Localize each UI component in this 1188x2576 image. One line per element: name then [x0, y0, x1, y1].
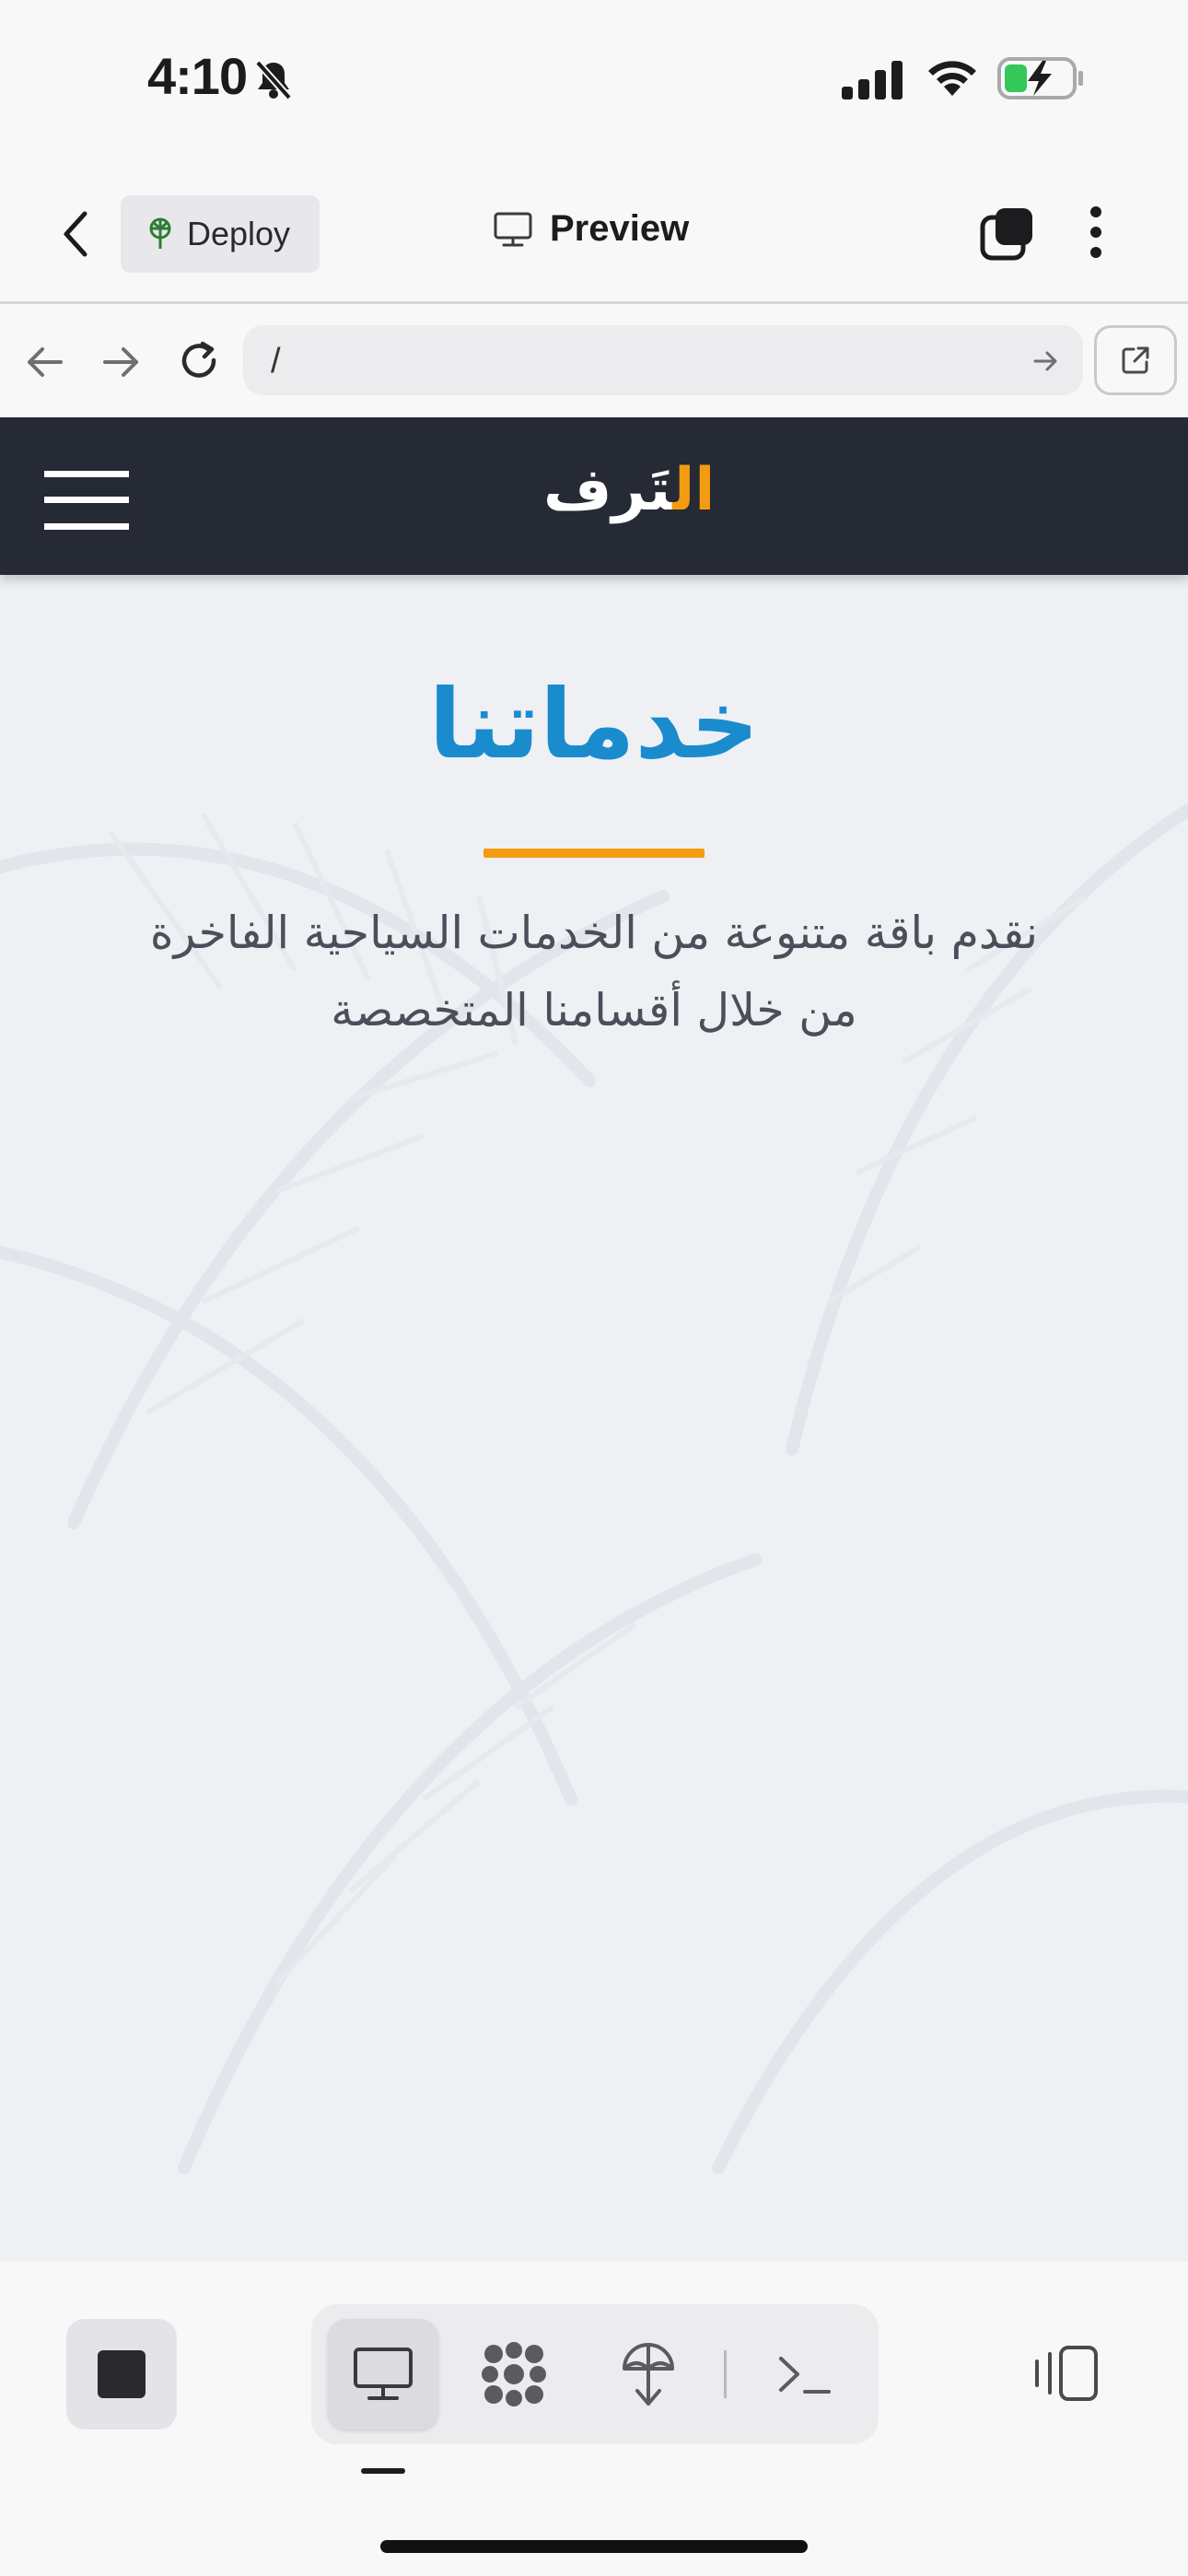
site-logo-main: تَرف	[543, 456, 673, 524]
battery-charging-icon	[997, 57, 1083, 100]
services-subtitle: نقدم باقة متنوعة من الخدمات السياحية الف…	[55, 895, 1133, 1049]
go-arrow-icon[interactable]	[1031, 347, 1061, 375]
site-logo-accent: ال	[672, 456, 716, 524]
back-chevron-icon[interactable]	[57, 208, 94, 260]
terminal-icon	[779, 2357, 831, 2394]
url-text: /	[271, 342, 281, 381]
terminal-tab[interactable]	[750, 2319, 860, 2430]
external-link-icon	[1122, 346, 1149, 374]
subtitle-line: من خلال أقسامنا المتخصصة	[331, 984, 857, 1036]
toolbar-separator	[724, 2350, 727, 2398]
browser-url-row: /	[0, 307, 1188, 417]
more-options-icon[interactable]	[1089, 203, 1103, 262]
deploy-button[interactable]: Deploy	[121, 195, 320, 273]
url-field[interactable]: /	[243, 325, 1083, 395]
site-logo[interactable]: التَرف	[543, 456, 715, 524]
heading-underline	[483, 849, 705, 858]
browser-back-icon[interactable]	[22, 342, 66, 382]
open-external-button[interactable]	[1094, 325, 1177, 395]
subtitle-line: نقدم باقة متنوعة من الخدمات السياحية الف…	[149, 907, 1039, 959]
monitor-icon	[494, 212, 532, 246]
services-heading: خدماتنا	[428, 668, 760, 780]
app-top-bar: Deploy Preview	[0, 166, 1188, 304]
selected-tab-indicator	[361, 2468, 405, 2474]
grid-icon	[482, 2342, 546, 2406]
status-bar: 4:10	[0, 0, 1188, 166]
desktop-preview-icon	[354, 2348, 413, 2400]
bottom-toolbar	[0, 2262, 1188, 2576]
preview-title: Preview	[493, 208, 689, 250]
status-time: 4:10	[147, 47, 248, 105]
wifi-icon	[928, 61, 976, 96]
stop-button[interactable]	[66, 2319, 177, 2430]
grid-tab[interactable]	[459, 2319, 569, 2430]
deploy-tab[interactable]	[593, 2319, 704, 2430]
split-view-icon[interactable]	[1031, 2345, 1100, 2402]
hamburger-menu-icon[interactable]	[44, 469, 129, 532]
stop-icon	[98, 2350, 146, 2398]
desktop-preview-tab[interactable]	[328, 2319, 438, 2430]
preview-label: Preview	[550, 208, 690, 249]
reload-icon[interactable]	[177, 338, 223, 384]
website-viewport: التَرف خدماتنا نقدم باقة متنوعة من الخدم…	[0, 417, 1188, 2262]
cellular-signal-icon	[842, 61, 903, 100]
browser-forward-icon[interactable]	[99, 342, 144, 382]
silent-mode-icon	[255, 60, 292, 100]
deploy-label: Deploy	[187, 215, 291, 252]
tabs-icon[interactable]	[979, 205, 1036, 262]
deploy-icon	[149, 217, 171, 249]
tool-switcher	[311, 2304, 879, 2444]
site-navbar: التَرف	[0, 417, 1188, 575]
deploy-icon	[623, 2343, 674, 2406]
home-indicator	[380, 2540, 808, 2553]
